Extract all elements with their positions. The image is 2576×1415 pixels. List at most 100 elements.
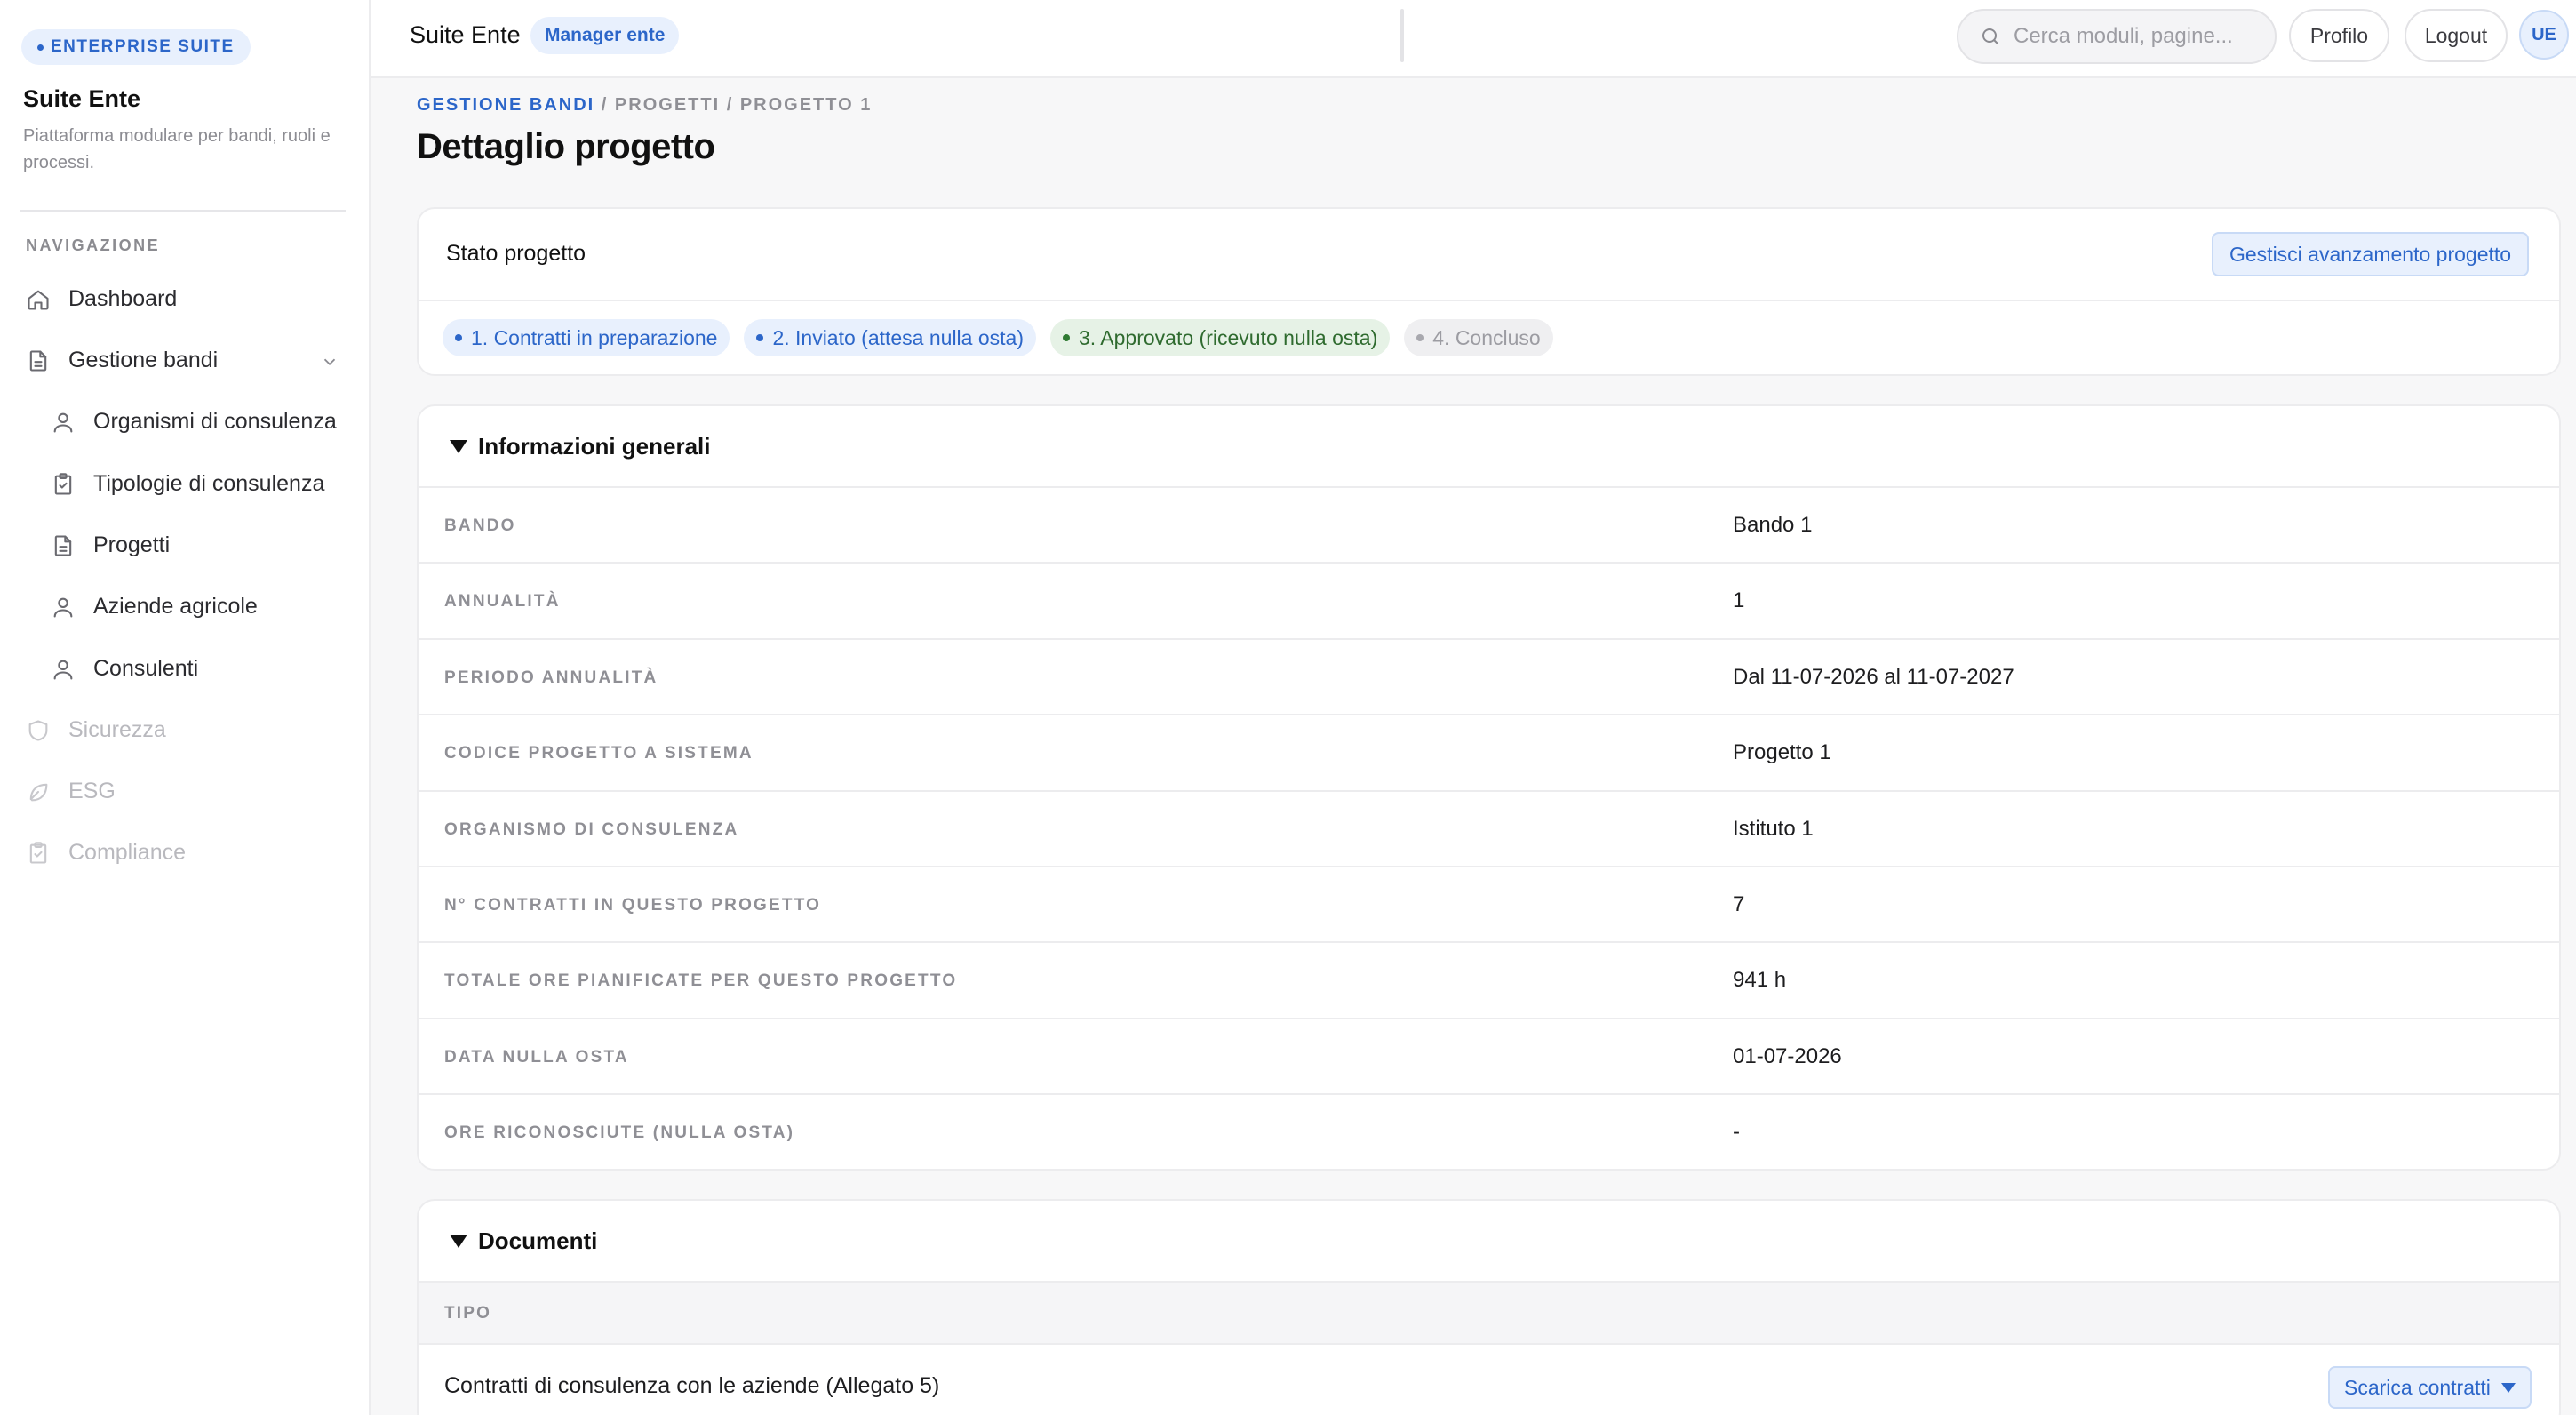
document-type: Contratti di consulenza con le aziende (… <box>444 1373 940 1398</box>
general-info-header[interactable]: Informazioni generali <box>419 406 2559 488</box>
status-step-label: 2. Inviato (attesa nulla osta) <box>772 325 1024 349</box>
status-step-label: 3. Approvato (ricevuto nulla osta) <box>1079 325 1378 349</box>
document-icon <box>29 349 47 372</box>
info-rows: BANDO Bando 1 ANNUALITÀ 1 PERIODO ANNUALITÀ D… <box>419 488 2559 1169</box>
nav-heading: NAVIGAZIONE <box>26 236 161 254</box>
role-badge: Manager ente <box>530 17 680 54</box>
download-contracts-label: Scarica contratti <box>2344 1375 2491 1399</box>
sidebar-item-label: Tipologie di consulenza <box>93 471 325 496</box>
info-value: - <box>1733 1120 1740 1145</box>
info-row: ORE RICONOSCIUTE (NULLA OSTA) - <box>419 1095 2559 1169</box>
sidebar-item-label: ESG <box>68 779 116 803</box>
dot-icon <box>1416 334 1424 341</box>
user-icon <box>53 660 73 680</box>
search-box[interactable] <box>1957 9 2277 64</box>
documents-title[interactable]: Documenti <box>450 1227 597 1255</box>
info-row: PERIODO ANNUALITÀ Dal 11-07-2026 al 11-07… <box>419 640 2559 716</box>
info-label: CODICE PROGETTO A SISTEMA <box>444 744 754 763</box>
documents-title-label: Documenti <box>478 1227 598 1254</box>
sidebar-item-organismi[interactable]: Organismi di consulenza <box>51 409 337 435</box>
breadcrumb-link-gestione-bandi[interactable]: GESTIONE BANDI <box>417 95 594 115</box>
sidebar-divider <box>20 210 346 212</box>
brand-badge: ENTERPRISE SUITE <box>21 29 251 65</box>
sidebar: ENTERPRISE SUITE Suite Ente Piattaforma … <box>0 0 371 1415</box>
dot-icon <box>455 334 462 341</box>
info-label: DATA NULLA OSTA <box>444 1047 629 1067</box>
avatar[interactable]: UE <box>2519 10 2569 60</box>
info-label: ORE RICONOSCIUTE (NULLA OSTA) <box>444 1123 795 1143</box>
status-step: 2. Inviato (attesa nulla osta) <box>744 319 1036 356</box>
status-header: Stato progetto Gestisci avanzamento prog… <box>419 209 2559 301</box>
general-info-card: Informazioni generali BANDO Bando 1 ANNUAL… <box>417 404 2561 1171</box>
sidebar-item-progetti[interactable]: Progetti <box>51 532 170 558</box>
status-step: 3. Approvato (ricevuto nulla osta) <box>1050 319 1391 356</box>
info-row: TOTALE ORE PIANIFICATE PER QUESTO PROGET… <box>419 943 2559 1019</box>
info-value: 941 h <box>1733 968 1787 993</box>
top-bar: Suite Ente Manager ente <box>371 0 2576 78</box>
sidebar-item-label: Organismi di consulenza <box>93 409 337 434</box>
topbar-title: Suite Ente <box>410 21 521 48</box>
info-row: CODICE PROGETTO A SISTEMA Progetto 1 <box>419 715 2559 792</box>
sidebar-item-esg: ESG <box>26 779 116 804</box>
shield-icon <box>28 719 48 741</box>
profile-button[interactable]: Profilo <box>2289 9 2389 62</box>
document-icon <box>54 534 72 556</box>
info-label: ANNUALITÀ <box>444 592 561 612</box>
info-value: Dal 11-07-2026 al 11-07-2027 <box>1733 664 2014 689</box>
breadcrumb-rest: / PROGETTI / PROGETTO 1 <box>594 95 873 115</box>
page-title: Dettaglio progetto <box>417 127 715 166</box>
info-row: ANNUALITÀ 1 <box>419 564 2559 640</box>
status-card: Stato progetto Gestisci avanzamento prog… <box>417 207 2561 376</box>
general-info-title[interactable]: Informazioni generali <box>450 433 711 460</box>
general-info-title-label: Informazioni generali <box>478 433 711 460</box>
sidebar-item-dashboard[interactable]: Dashboard <box>26 286 177 312</box>
manage-progress-button[interactable]: Gestisci avanzamento progetto <box>2212 232 2530 276</box>
info-label: TOTALE ORE PIANIFICATE PER QUESTO PROGET… <box>444 971 958 991</box>
user-icon <box>53 597 73 618</box>
breadcrumb: GESTIONE BANDI / PROGETTI / PROGETTO 1 <box>417 95 872 116</box>
info-label: BANDO <box>444 516 516 535</box>
clipboard-icon <box>29 841 47 864</box>
info-row: N° CONTRATTI IN QUESTO PROGETTO 7 <box>419 867 2559 944</box>
documents-header[interactable]: Documenti <box>419 1201 2559 1283</box>
info-value: Istituto 1 <box>1733 816 1814 841</box>
sidebar-item-label: Compliance <box>68 840 187 865</box>
user-icon <box>53 412 73 433</box>
sidebar-item-label: Aziende agricole <box>93 594 258 619</box>
table-row: Contratti di consulenza con le aziende (… <box>419 1345 2559 1415</box>
clipboard-icon <box>54 472 72 495</box>
logout-button[interactable]: Logout <box>2405 9 2508 62</box>
dot-icon <box>1063 334 1070 341</box>
search-icon <box>1982 28 1998 44</box>
brand-badge-label: ENTERPRISE SUITE <box>51 37 235 56</box>
status-step-label: 4. Concluso <box>1432 325 1541 349</box>
info-label: PERIODO ANNUALITÀ <box>444 668 658 687</box>
dot-icon <box>756 334 764 341</box>
info-value: 1 <box>1733 588 1745 613</box>
chevron-down-icon[interactable] <box>320 352 339 372</box>
info-value: 01-07-2026 <box>1733 1043 1842 1068</box>
app-name: Suite Ente <box>23 85 141 112</box>
sidebar-item-label: Progetti <box>93 532 171 557</box>
status-step: 4. Concluso <box>1404 319 1553 356</box>
info-value: Progetto 1 <box>1733 740 1831 765</box>
home-icon <box>28 290 49 310</box>
sidebar-item-tipologie[interactable]: Tipologie di consulenza <box>51 471 324 497</box>
download-contracts-button[interactable]: Scarica contratti <box>2328 1366 2532 1409</box>
sidebar-item-gestione-bandi[interactable]: Gestione bandi <box>26 348 218 373</box>
info-row: ORGANISMO DI CONSULENZA Istituto 1 <box>419 792 2559 867</box>
column-header-tipo: TIPO <box>444 1304 492 1323</box>
spacer <box>1400 9 1404 62</box>
info-value: 7 <box>1733 891 1745 916</box>
info-value: Bando 1 <box>1733 513 1813 537</box>
info-label: N° CONTRATTI IN QUESTO PROGETTO <box>444 895 822 915</box>
info-label: ORGANISMO DI CONSULENZA <box>444 819 739 839</box>
sidebar-item-aziende[interactable]: Aziende agricole <box>51 594 258 620</box>
status-title: Stato progetto <box>446 241 586 266</box>
caret-down-icon <box>2500 1382 2516 1393</box>
sidebar-item-label: Gestione bandi <box>68 348 219 372</box>
status-steps: 1. Contratti in preparazione 2. Inviato … <box>443 319 1553 356</box>
sidebar-item-consulenti[interactable]: Consulenti <box>51 656 198 682</box>
status-step-label: 1. Contratti in preparazione <box>471 325 718 349</box>
search-input[interactable] <box>2014 24 2245 49</box>
